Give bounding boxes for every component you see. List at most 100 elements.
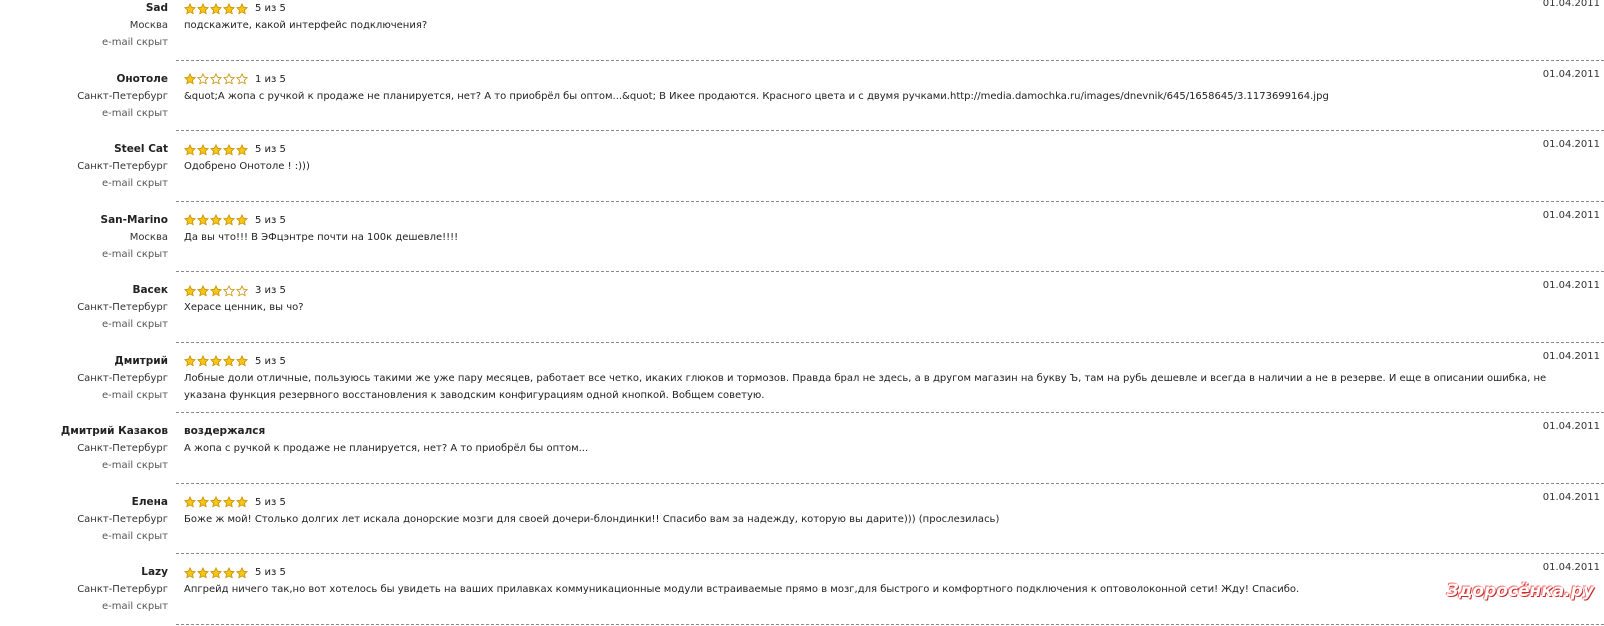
review-rating: 5 из 5 — [184, 212, 1604, 229]
star-filled-icon — [210, 2, 222, 14]
review-author-city: Санкт-Петербург — [77, 443, 168, 454]
review-text: подскажите, какой интерфейс подключения? — [184, 20, 428, 31]
rating-text: 5 из 5 — [255, 214, 286, 226]
site-watermark-logo: Здоросёнка.ру — [1446, 581, 1594, 601]
review-rating: 5 из 5 — [184, 494, 1604, 511]
star-filled-icon — [223, 566, 235, 578]
review-divider — [176, 553, 1604, 554]
review-date: 01.04.2011 — [1542, 209, 1600, 221]
review-author-name: Lazy — [141, 566, 168, 578]
review-author-email: e-mail скрыт — [102, 460, 168, 471]
review-body: воздержался А жопа с ручкой к продаже не … — [184, 423, 1604, 457]
review-divider — [176, 623, 1604, 625]
rating-text: 5 из 5 — [255, 3, 286, 14]
star-filled-icon — [197, 284, 209, 296]
star-filled-icon — [236, 214, 248, 226]
review-author-city: Санкт-Петербург — [77, 372, 168, 384]
review-item: Дмитрий Казаков Санкт-Петербург e-mail скр… — [0, 414, 1604, 485]
review-author-info: San-Marino Москва e-mail скрыт — [0, 212, 168, 263]
review-item: Васек Санкт-Петербург e-mail скрыт 3 из 5 Хе… — [0, 273, 1604, 344]
review-author-city: Санкт-Петербург — [77, 584, 168, 595]
star-filled-icon — [210, 496, 222, 508]
star-filled-icon — [223, 214, 235, 226]
review-item: Steel Cat Санкт-Петербург e-mail скрыт 5 из… — [0, 132, 1604, 203]
star-filled-icon — [236, 355, 248, 367]
review-item: San-Marino Москва e-mail скрыт 5 из 5 Да вы … — [0, 203, 1604, 274]
review-date: 01.04.2011 — [1542, 0, 1600, 9]
review-rating: 5 из 5 — [184, 564, 1604, 581]
review-author-info: Steel Cat Санкт-Петербург e-mail скрыт — [0, 141, 168, 192]
rating-text: 5 из 5 — [255, 144, 286, 155]
review-item: Елена Санкт-Петербург e-mail скрыт 5 из 5 Бо… — [0, 485, 1604, 556]
review-author-name: Васек — [132, 284, 168, 296]
star-filled-icon — [197, 566, 209, 578]
review-body: 5 из 5 подскажите, какой интерфейс подклю… — [184, 0, 1604, 34]
review-item: Sad Москва e-mail скрыт 5 из 5 подскажите, к… — [0, 0, 1604, 62]
review-author-city: Санкт-Петербург — [77, 513, 168, 525]
review-divider — [176, 341, 1604, 343]
star-filled-icon — [184, 214, 196, 226]
review-author-name: Дмитрий — [114, 354, 168, 367]
review-text: Апгрейд ничего так,но вот хотелось бы ув… — [184, 584, 1300, 595]
review-author-info: Васек Санкт-Петербург e-mail скрыт — [0, 282, 168, 333]
review-divider — [176, 200, 1604, 202]
rating-stars — [184, 566, 248, 579]
review-author-email: e-mail скрыт — [102, 530, 168, 542]
review-body: 3 из 5 Херасе ценник, вы чо? — [184, 282, 1604, 316]
review-text: Херасе ценник, вы чо? — [184, 302, 304, 313]
rating-text: 3 из 5 — [255, 285, 286, 296]
star-filled-icon — [223, 143, 235, 155]
review-author-city: Санкт-Петербург — [77, 302, 168, 313]
review-date: 01.04.2011 — [1542, 68, 1600, 80]
star-filled-icon — [184, 566, 196, 578]
review-body: 1 из 5 &quot;А жопа с ручкой к продаже не… — [184, 71, 1604, 105]
review-author-email: e-mail скрыт — [102, 319, 168, 330]
review-author-email: e-mail скрыт — [102, 107, 168, 119]
star-empty-icon — [236, 73, 248, 85]
star-filled-icon — [236, 2, 248, 14]
review-author-city: Санкт-Петербург — [77, 161, 168, 172]
rating-stars — [184, 284, 248, 297]
review-text: Боже ж мой! Столько долгих лет искала до… — [184, 513, 1000, 525]
star-filled-icon — [236, 143, 248, 155]
rating-stars — [184, 143, 248, 156]
review-author-city: Москва — [129, 231, 168, 243]
rating-text: 1 из 5 — [255, 73, 286, 85]
rating-stars — [184, 496, 248, 508]
star-filled-icon — [210, 284, 222, 296]
star-filled-icon — [197, 2, 209, 14]
star-filled-icon — [184, 496, 196, 508]
star-empty-icon — [223, 284, 235, 296]
review-body: 5 из 5 Одобрено Онотоле ! :))) — [184, 141, 1604, 175]
star-empty-icon — [197, 73, 209, 85]
star-filled-icon — [197, 496, 209, 508]
star-filled-icon — [184, 2, 196, 14]
review-rating: 5 из 5 — [184, 0, 1604, 17]
star-filled-icon — [223, 2, 235, 14]
review-author-name: Sad — [145, 2, 168, 14]
review-author-email: e-mail скрыт — [102, 37, 168, 48]
star-filled-icon — [197, 214, 209, 226]
review-rating: 5 из 5 — [184, 353, 1604, 370]
review-author-email: e-mail скрыт — [102, 248, 168, 260]
review-author-email: e-mail скрыт — [102, 601, 168, 612]
star-filled-icon — [184, 355, 196, 367]
review-author-name: Дмитрий Казаков — [60, 425, 168, 437]
star-filled-icon — [184, 284, 196, 296]
review-author-name: Steel Cat — [114, 143, 168, 155]
review-divider — [176, 271, 1604, 272]
review-date: 01.04.2011 — [1542, 421, 1600, 432]
review-body: 5 из 5 Боже ж мой! Столько долгих лет иск… — [184, 494, 1604, 528]
review-author-name: Елена — [131, 495, 168, 508]
review-author-info: Sad Москва e-mail скрыт — [0, 0, 168, 51]
star-filled-icon — [210, 214, 222, 226]
review-author-info: Дмитрий Казаков Санкт-Петербург e-mail скр… — [0, 423, 168, 474]
review-author-email: e-mail скрыт — [102, 389, 168, 401]
rating-stars — [184, 73, 248, 85]
review-body: 5 из 5 Апгрейд ничего так,но вот хотелось… — [184, 564, 1604, 598]
review-author-city: Москва — [129, 20, 168, 31]
review-author-info: Дмитрий Санкт-Петербург e-mail скрыт — [0, 353, 168, 404]
review-rating: 1 из 5 — [184, 71, 1604, 88]
star-filled-icon — [210, 566, 222, 578]
review-author-name: San-Marino — [100, 213, 168, 226]
